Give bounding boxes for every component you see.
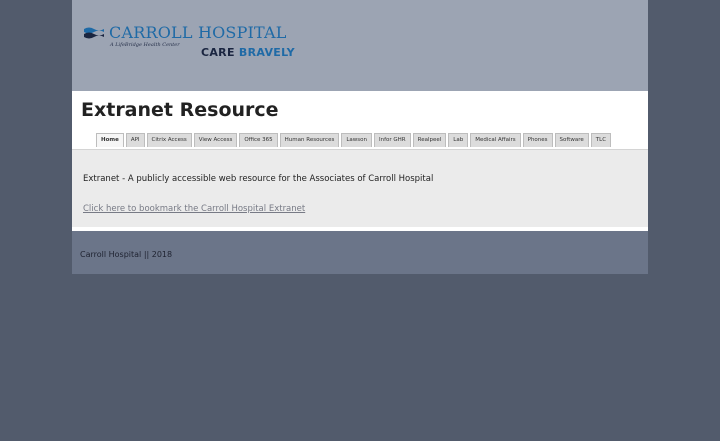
tab-lawson[interactable]: Lawson (341, 133, 372, 147)
tagline-word-bravely: BRAVELY (238, 46, 295, 59)
main-panel: Extranet - A publicly accessible web res… (72, 149, 648, 227)
tab-infor-ghr[interactable]: Infor GHR (373, 133, 411, 147)
tab-medical-affairs[interactable]: Medical Affairs (470, 133, 521, 147)
tab-phones[interactable]: Phones (522, 133, 553, 147)
tagline-word-care: CARE (201, 46, 235, 59)
nav-tabs: Home API Citrix Access View Access Offic… (96, 133, 636, 149)
tab-realpeel[interactable]: Realpeel (412, 133, 447, 147)
tab-software[interactable]: Software (554, 133, 589, 147)
tab-human-resources[interactable]: Human Resources (279, 133, 340, 147)
tab-tlc[interactable]: TLC (590, 133, 612, 147)
logo-wave-icon (84, 27, 104, 39)
tab-api[interactable]: API (125, 133, 145, 147)
logo-tagline: CARE BRAVELY (201, 46, 295, 59)
tab-home[interactable]: Home (96, 133, 124, 147)
footer-copyright: Carroll Hospital || 2018 (80, 250, 173, 259)
extranet-description: Extranet - A publicly accessible web res… (83, 174, 434, 184)
site-footer: Carroll Hospital || 2018 (72, 231, 648, 274)
page-container: CARROLL HOSPITAL A LifeBridge Health Cen… (72, 0, 648, 274)
content-area: Extranet Resource Home API Citrix Access… (72, 91, 648, 231)
site-header: CARROLL HOSPITAL A LifeBridge Health Cen… (72, 0, 648, 91)
page-title: Extranet Resource (81, 99, 279, 121)
logo-subtitle: A LifeBridge Health Center (110, 42, 180, 48)
tab-citrix-access[interactable]: Citrix Access (146, 133, 192, 147)
tab-lab[interactable]: Lab (448, 133, 469, 147)
tab-office-365[interactable]: Office 365 (239, 133, 278, 147)
bookmark-link[interactable]: Click here to bookmark the Carroll Hospi… (83, 204, 305, 214)
logo-name: CARROLL HOSPITAL (109, 23, 287, 42)
hospital-logo[interactable]: CARROLL HOSPITAL A LifeBridge Health Cen… (84, 22, 324, 62)
tab-view-access[interactable]: View Access (193, 133, 238, 147)
